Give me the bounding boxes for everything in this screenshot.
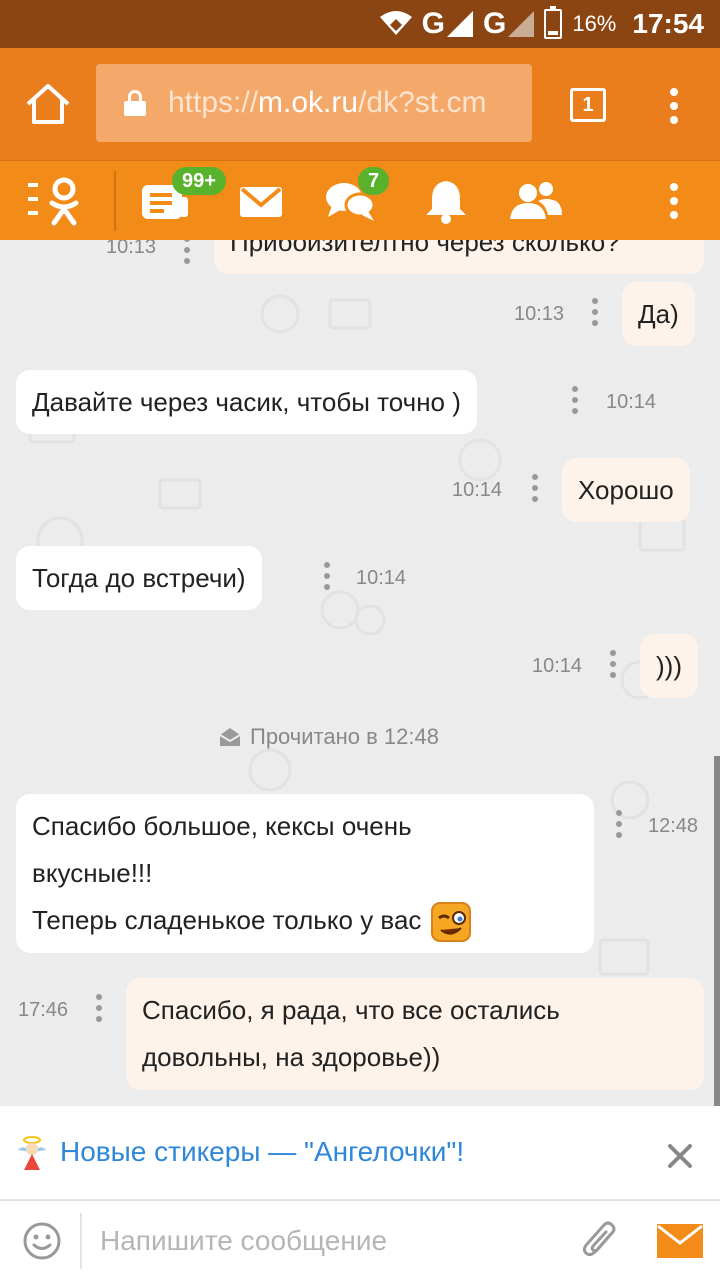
browser-menu-icon[interactable] <box>670 88 678 128</box>
angel-sticker-icon <box>18 1136 46 1170</box>
message-bubble-outgoing[interactable]: Прибоизителтно через сколько? <box>214 240 704 274</box>
network-type-label: G <box>421 7 445 40</box>
message-text: Прибоизителтно через сколько? <box>230 240 620 257</box>
signal-icon <box>508 11 535 37</box>
wink-emoji-icon <box>431 902 472 943</box>
home-icon[interactable] <box>22 78 74 130</box>
app-toolbar: 99+ 7 <box>0 160 720 240</box>
message-menu-icon[interactable] <box>610 650 616 680</box>
read-receipt: Прочитано в 12:48 <box>218 724 439 750</box>
message-time: 10:14 <box>532 655 583 677</box>
read-status-text: Прочитано в 12:48 <box>250 724 439 749</box>
url-text: https://m.ok.ru/dk?st.cm <box>168 86 487 119</box>
message-bubble-outgoing[interactable]: Спасибо, я рада, что все остались доволь… <box>126 978 704 1090</box>
message-time: 10:14 <box>356 567 407 589</box>
signal-icon <box>446 11 473 37</box>
message-bubble-outgoing[interactable]: ))) <box>640 634 698 698</box>
toolbar-divider <box>114 171 116 231</box>
sticker-promo-link[interactable]: Новые стикеры — "Ангелочки"! <box>60 1136 464 1168</box>
message-time: 10:14 <box>606 391 657 413</box>
message-menu-icon[interactable] <box>592 298 598 328</box>
bell-icon[interactable] <box>418 175 474 227</box>
message-text: Да) <box>638 299 679 329</box>
feed-badge: 99+ <box>172 167 226 195</box>
composer-divider <box>80 1213 82 1269</box>
ok-logo-icon[interactable] <box>28 175 84 227</box>
message-text-line: Теперь сладенькое только у вас <box>32 897 578 944</box>
message-text: ))) <box>656 651 682 681</box>
message-composer <box>0 1200 720 1280</box>
message-menu-icon[interactable] <box>532 474 538 504</box>
wifi-icon <box>379 11 412 35</box>
message-text: Хорошо <box>578 475 674 505</box>
message-menu-icon[interactable] <box>572 386 578 416</box>
sticker-promo-banner[interactable]: Новые стикеры — "Ангелочки"! <box>0 1106 720 1200</box>
message-text-line: довольны, на здоровье)) <box>142 1042 441 1072</box>
status-bar: G G 16% 17:54 <box>0 0 720 48</box>
read-envelope-icon <box>219 728 241 746</box>
message-bubble-incoming[interactable]: Давайте через часик, чтобы точно ) <box>16 370 477 434</box>
network-indicator-1: G <box>422 7 473 41</box>
message-menu-icon[interactable] <box>184 240 190 266</box>
message-input[interactable] <box>100 1219 560 1263</box>
message-time: 17:46 <box>18 999 69 1021</box>
scrollbar[interactable] <box>714 756 720 1106</box>
send-icon[interactable] <box>656 1223 704 1259</box>
message-menu-icon[interactable] <box>324 562 330 592</box>
battery-percent: 16% <box>572 11 617 36</box>
battery-icon <box>544 6 563 39</box>
message-bubble-incoming[interactable]: Спасибо большое, кексы очень вкусные!!! … <box>16 794 594 953</box>
network-type-label: G <box>482 7 507 40</box>
friends-icon[interactable] <box>508 175 564 227</box>
lock-icon <box>124 90 146 116</box>
message-bubble-outgoing[interactable]: Да) <box>622 282 695 346</box>
message-bubble-incoming[interactable]: Тогда до встречи) <box>16 546 262 610</box>
chat-thread[interactable]: 10:13 Прибоизителтно через сколько? 10:1… <box>0 240 720 1106</box>
message-text-line: Спасибо большое, кексы очень <box>32 811 412 841</box>
attach-icon[interactable] <box>580 1219 620 1263</box>
message-bubble-outgoing[interactable]: Хорошо <box>562 458 690 522</box>
close-icon[interactable] <box>664 1140 696 1172</box>
message-text-line: Спасибо, я рада, что все остались <box>142 995 560 1025</box>
message-time: 12:48 <box>648 815 699 837</box>
message-text: Давайте через часик, чтобы точно ) <box>32 387 461 417</box>
browser-toolbar: https://m.ok.ru/dk?st.cm 1 <box>0 48 720 160</box>
message-time: 10:14 <box>452 479 503 501</box>
network-indicator-2: G <box>482 7 535 41</box>
tab-switcher-button[interactable]: 1 <box>570 88 606 122</box>
emoji-icon[interactable] <box>22 1221 62 1261</box>
message-text: Тогда до встречи) <box>32 563 246 593</box>
mail-icon[interactable] <box>234 175 290 227</box>
discussions-badge: 7 <box>358 167 390 195</box>
message-time: 10:13 <box>106 240 157 258</box>
message-time: 10:13 <box>514 303 565 325</box>
message-menu-icon[interactable] <box>616 810 622 840</box>
message-text-line: вкусные!!! <box>32 858 153 888</box>
message-menu-icon[interactable] <box>96 994 102 1024</box>
clock: 17:54 <box>632 8 704 39</box>
address-bar[interactable]: https://m.ok.ru/dk?st.cm <box>96 64 532 142</box>
more-icon[interactable] <box>670 183 678 223</box>
